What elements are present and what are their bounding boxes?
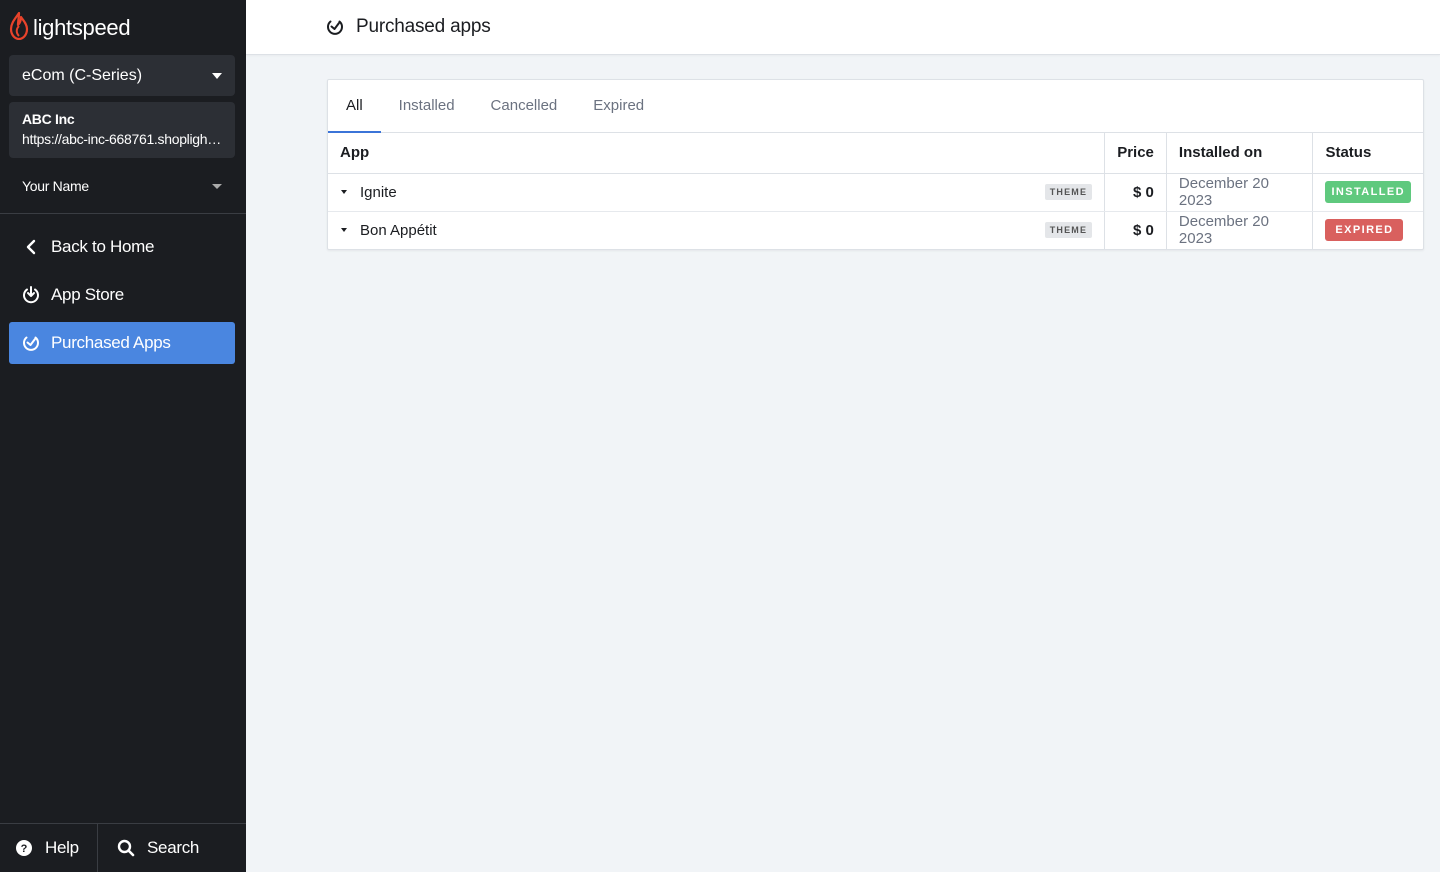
chevron-left-icon — [21, 237, 41, 257]
price-cell: $ 0 — [1104, 211, 1167, 249]
download-icon — [21, 285, 41, 305]
sidebar-item-back-to-home[interactable]: Back to Home — [9, 226, 235, 268]
column-header-price[interactable]: Price — [1104, 133, 1167, 174]
page-header: Purchased apps — [246, 0, 1440, 55]
installed-on-cell: December 20 2023 — [1165, 173, 1313, 212]
search-label: Search — [147, 838, 200, 857]
caret-down-icon — [212, 183, 222, 189]
product-select[interactable]: eCom (C-Series) — [9, 55, 235, 96]
installed-on-cell: December 20 2023 — [1165, 211, 1313, 249]
purchased-icon — [21, 333, 41, 353]
brand-name: lightspeed — [33, 15, 131, 40]
shop-name: ABC Inc — [22, 111, 75, 127]
help-icon: ? — [14, 838, 34, 858]
table-row[interactable]: Ignite THEME $ 0 December 20 2023 INSTAL… — [328, 173, 1423, 212]
app-cell: Bon Appétit THEME — [328, 211, 1105, 249]
tab-all[interactable]: All — [328, 79, 381, 133]
sidebar: lightspeed eCom (C-Series) ABC Inc https… — [0, 0, 246, 872]
sidebar-item-app-store[interactable]: App Store — [9, 274, 235, 316]
status-badge: EXPIRED — [1325, 219, 1404, 242]
search-button[interactable]: Search — [98, 824, 246, 872]
status-cell: INSTALLED — [1312, 173, 1423, 212]
price-cell: $ 0 — [1104, 173, 1167, 212]
tab-cancelled[interactable]: Cancelled — [473, 79, 576, 132]
apps-table: App Price Installed on Status Ignite THE… — [328, 133, 1423, 249]
app-cell: Ignite THEME — [328, 173, 1105, 212]
user-menu[interactable]: Your Name — [9, 170, 235, 202]
caret-down-icon — [212, 72, 222, 79]
table-header-row: App Price Installed on Status — [328, 133, 1423, 174]
expand-caret-icon[interactable] — [341, 190, 347, 194]
flame-icon — [9, 11, 29, 45]
column-header-status[interactable]: Status — [1312, 133, 1423, 174]
sidebar-item-label: Back to Home — [51, 237, 155, 256]
svg-text:?: ? — [21, 843, 28, 855]
type-tag: THEME — [1044, 184, 1093, 200]
page-title: Purchased apps — [356, 16, 491, 37]
sidebar-item-label: Purchased Apps — [51, 333, 171, 352]
sidebar-divider — [0, 213, 246, 214]
expand-caret-icon[interactable] — [341, 228, 347, 233]
status-cell: EXPIRED — [1312, 211, 1423, 249]
type-tag: THEME — [1044, 222, 1093, 239]
app-name[interactable]: Ignite — [360, 184, 1045, 201]
tab-installed[interactable]: Installed — [381, 79, 473, 132]
tab-expired[interactable]: Expired — [575, 79, 662, 132]
app-name[interactable]: Bon Appétit — [360, 222, 1045, 239]
column-header-installed-on[interactable]: Installed on — [1165, 133, 1313, 174]
shop-card[interactable]: ABC Inc https://abc-inc-668761.shoplight… — [9, 102, 235, 158]
shop-url: https://abc-inc-668761.shoplightspeed.co… — [22, 131, 222, 147]
sidebar-item-purchased-apps[interactable]: Purchased Apps — [9, 322, 235, 364]
table-row[interactable]: Bon Appétit THEME $ 0 December 20 2023 E… — [328, 211, 1423, 249]
filter-tabs: All Installed Cancelled Expired — [328, 80, 1423, 133]
user-name: Your Name — [22, 178, 89, 194]
column-header-app[interactable]: App — [328, 133, 1105, 174]
search-icon — [116, 838, 136, 858]
help-button[interactable]: ? Help — [0, 824, 98, 872]
help-label: Help — [45, 838, 79, 857]
sidebar-item-label: App Store — [51, 285, 124, 304]
purchased-apps-card: All Installed Cancelled Expired App Pric… — [327, 79, 1424, 250]
brand-logo[interactable]: lightspeed — [9, 11, 131, 45]
status-badge: INSTALLED — [1325, 181, 1411, 203]
product-select-label: eCom (C-Series) — [22, 66, 143, 84]
purchased-icon — [326, 18, 344, 36]
sidebar-footer: ? Help Search — [0, 823, 246, 872]
